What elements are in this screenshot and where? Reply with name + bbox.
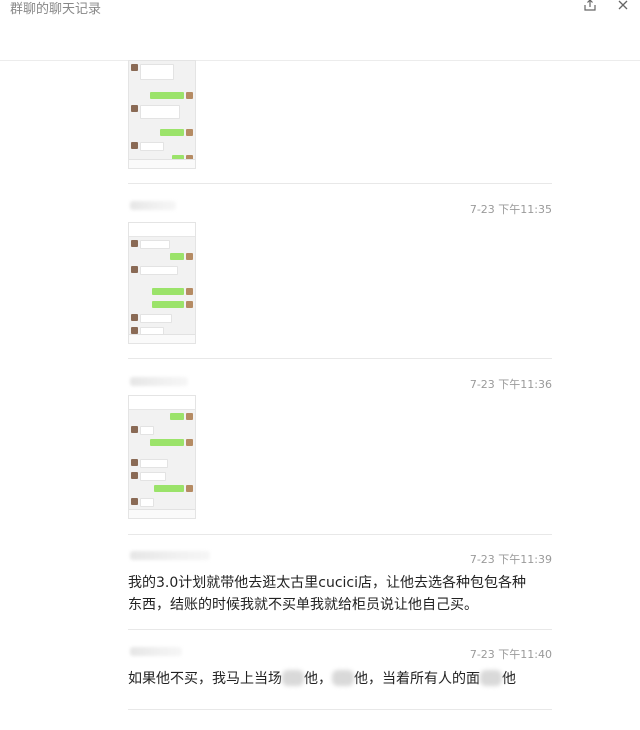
redacted-mark — [332, 670, 354, 686]
message-time: 7-23 下午11:39 — [469, 553, 552, 566]
message-text-segment: 他，当着所有人的面 — [354, 671, 480, 687]
sender-name-blurred — [130, 377, 188, 386]
message-text: 我的3.0计划就带他去逛太古里cucici店，让他去选各种包包各种 东西，结账的… — [128, 572, 548, 616]
message-text-segment: 他， — [304, 671, 332, 687]
message-divider — [128, 629, 552, 630]
redacted-mark — [282, 670, 304, 686]
message-text: 如果他不买，我马上当场 他， 他，当着所有人的面 他 — [128, 668, 548, 690]
message-text-line: 东西，结账的时候我就不买单我就给柜员说让他自己买。 — [128, 597, 478, 613]
message-divider — [128, 183, 552, 184]
message-time: 7-23 下午11:40 — [469, 648, 552, 661]
chat-screenshot-image[interactable] — [128, 395, 196, 519]
message-text-segment: 如果他不买，我马上当场 — [128, 671, 282, 687]
redacted-mark — [480, 670, 502, 686]
chat-screenshot-image[interactable] — [128, 60, 196, 169]
message-time: 7-23 下午11:36 — [469, 378, 552, 391]
sender-name-blurred — [130, 647, 182, 656]
message-text-line: 我的3.0计划就带他去逛太古里cucici店，让他去选各种包包各种 — [128, 575, 527, 591]
chat-history-list[interactable]: 7-23 下午11:35 7-23 下午11:36 7-23 下午11:39 我… — [0, 0, 640, 730]
message-text-segment: 他 — [502, 671, 516, 687]
message-divider — [128, 709, 552, 710]
chat-screenshot-image[interactable] — [128, 222, 196, 344]
message-divider — [128, 534, 552, 535]
sender-name-blurred — [130, 551, 210, 560]
message-time: 7-23 下午11:35 — [469, 203, 552, 216]
sender-name-blurred — [130, 201, 176, 210]
message-divider — [128, 358, 552, 359]
